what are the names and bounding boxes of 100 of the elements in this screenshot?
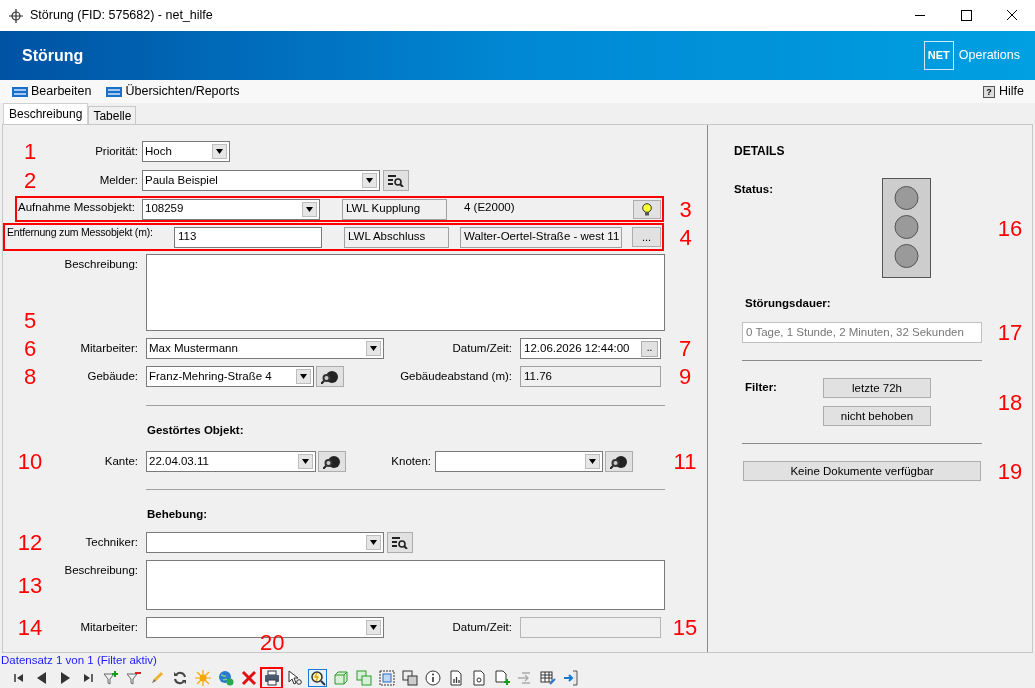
field-label: Gebäude:: [86, 369, 139, 384]
dropdown-button[interactable]: [366, 620, 381, 635]
filter-button[interactable]: letzte 72h: [823, 378, 931, 399]
text-field[interactable]: 113: [174, 226, 322, 248]
caret-icon: [216, 149, 223, 154]
dropdown[interactable]: Franz-Mehring-Straße 4: [146, 366, 314, 387]
filter-minus-icon: [125, 670, 142, 686]
dropdown[interactable]: [435, 451, 603, 472]
toolbar-button[interactable]: [400, 669, 419, 687]
net-logo: NET: [923, 41, 954, 70]
page-title: Störung: [22, 45, 84, 66]
cubes-icon: [355, 670, 372, 686]
annotation-number: 4: [679, 226, 692, 248]
map-search-button[interactable]: [605, 451, 633, 472]
filter-button[interactable]: nicht behoben: [823, 406, 931, 427]
caret-icon: [370, 540, 377, 545]
dropdown-button[interactable]: [296, 369, 311, 384]
binoculars-icon: [610, 454, 628, 469]
binoculars-icon: [321, 369, 339, 384]
dropdown[interactable]: [146, 532, 384, 553]
document-icon: [470, 670, 487, 686]
caret-icon: [370, 346, 377, 351]
field-label: Datum/Zeit:: [451, 341, 513, 356]
readonly-field[interactable]: 11.76: [520, 366, 661, 387]
annotation-number: 7: [678, 338, 692, 359]
annotation-number: 5: [23, 310, 37, 331]
lookup-button[interactable]: [387, 532, 413, 553]
dashed-cube-icon: [378, 670, 395, 686]
text-area[interactable]: [146, 254, 665, 331]
list-search-icon: [392, 536, 408, 549]
ellipsis-button[interactable]: ...: [632, 227, 661, 247]
info-icon: [424, 670, 441, 686]
help-button[interactable]: ? Hilfe: [983, 82, 1024, 101]
menu-item[interactable]: Bearbeiten: [11, 81, 93, 102]
field-label: Mitarbeiter:: [79, 620, 139, 635]
dropdown[interactable]: Max Mustermann: [146, 338, 384, 359]
annotation-number: 11: [673, 451, 697, 472]
annotation-number: 8: [23, 366, 37, 387]
documents-button[interactable]: Keine Dokumente verfügbar: [743, 461, 981, 482]
field-label: Kante:: [103, 454, 139, 469]
annotation-number: 20: [260, 632, 285, 654]
toolbar-button[interactable]: [308, 669, 327, 687]
overlapping-squares-icon: [401, 670, 418, 686]
field-label: Knoten:: [390, 454, 432, 469]
sun-icon: [194, 670, 211, 686]
search-icon: [309, 670, 326, 686]
readonly-field[interactable]: Walter-Oertel-Straße - west 11: [460, 226, 622, 248]
menu-item[interactable]: Übersichten/Reports: [105, 81, 241, 102]
dropdown[interactable]: 22.04.03.11: [146, 451, 316, 472]
dropdown-button[interactable]: [212, 144, 227, 159]
annotation-number: 10: [17, 451, 43, 472]
tab[interactable]: Beschreibung: [3, 103, 89, 124]
arrows-icon: [516, 670, 533, 686]
lookup-button[interactable]: [383, 170, 409, 191]
field-label: Datum/Zeit:: [451, 620, 513, 635]
field-label: Entfernung zum Messobjekt (m):: [6, 225, 154, 240]
annotation-number: 1: [23, 141, 37, 162]
map-search-button[interactable]: [318, 451, 346, 472]
document-plus-icon: [493, 670, 510, 686]
dropdown-button[interactable]: [362, 173, 377, 188]
readonly-field[interactable]: 0 Tage, 1 Stunde, 2 Minuten, 32 Sekunden: [742, 322, 982, 344]
annotation-number: 13: [17, 574, 43, 596]
readonly-field[interactable]: LWL Abschluss: [344, 226, 449, 248]
text-area[interactable]: [146, 560, 665, 610]
binoculars-icon: [323, 454, 341, 469]
table-edit-icon: [539, 670, 556, 686]
dropdown-button[interactable]: [366, 535, 381, 550]
tab[interactable]: Tabelle: [88, 106, 137, 124]
dropdown[interactable]: Paula Beispiel: [142, 170, 380, 191]
annotation-number: 2: [23, 170, 37, 191]
port-text: 4 (E2000): [464, 200, 515, 215]
dropdown[interactable]: Hoch: [142, 141, 230, 162]
cube-icon: [332, 670, 349, 686]
globe-icon: [217, 670, 234, 686]
annotation-number: 18: [997, 391, 1023, 413]
field-label: Beschreibung:: [63, 563, 139, 578]
lightbulb-button[interactable]: [633, 199, 661, 219]
dropdown-button[interactable]: [298, 454, 313, 469]
map-search-button[interactable]: [316, 366, 344, 387]
annotation-number: 6: [23, 338, 37, 359]
dropdown-button[interactable]: [366, 341, 381, 356]
traffic-light-icon: [882, 178, 931, 278]
toolbar-button[interactable]: [423, 669, 442, 687]
dropdown-button[interactable]: [585, 454, 600, 469]
field-label: Mitarbeiter:: [79, 341, 139, 356]
caret-icon: [589, 459, 596, 464]
panel-heading: DETAILS: [734, 143, 785, 160]
annotation-number: 9: [678, 366, 692, 387]
field-label: Priorität:: [94, 144, 139, 159]
dropdown-button[interactable]: [302, 201, 317, 217]
readonly-field[interactable]: LWL Kupplung: [342, 198, 447, 220]
date-picker-button[interactable]: ..: [641, 340, 658, 357]
date-field[interactable]: 12.06.2026 12:44:00 ..: [520, 338, 661, 359]
toolbar-button[interactable]: [538, 669, 557, 687]
filter-plus-icon: [102, 670, 119, 686]
annotation-number: 12: [17, 532, 43, 553]
annotation-number: 17: [997, 322, 1023, 344]
dropdown[interactable]: 108259: [142, 198, 320, 220]
cursor-search-icon: [286, 670, 303, 686]
toolbar-button[interactable]: [285, 669, 304, 687]
